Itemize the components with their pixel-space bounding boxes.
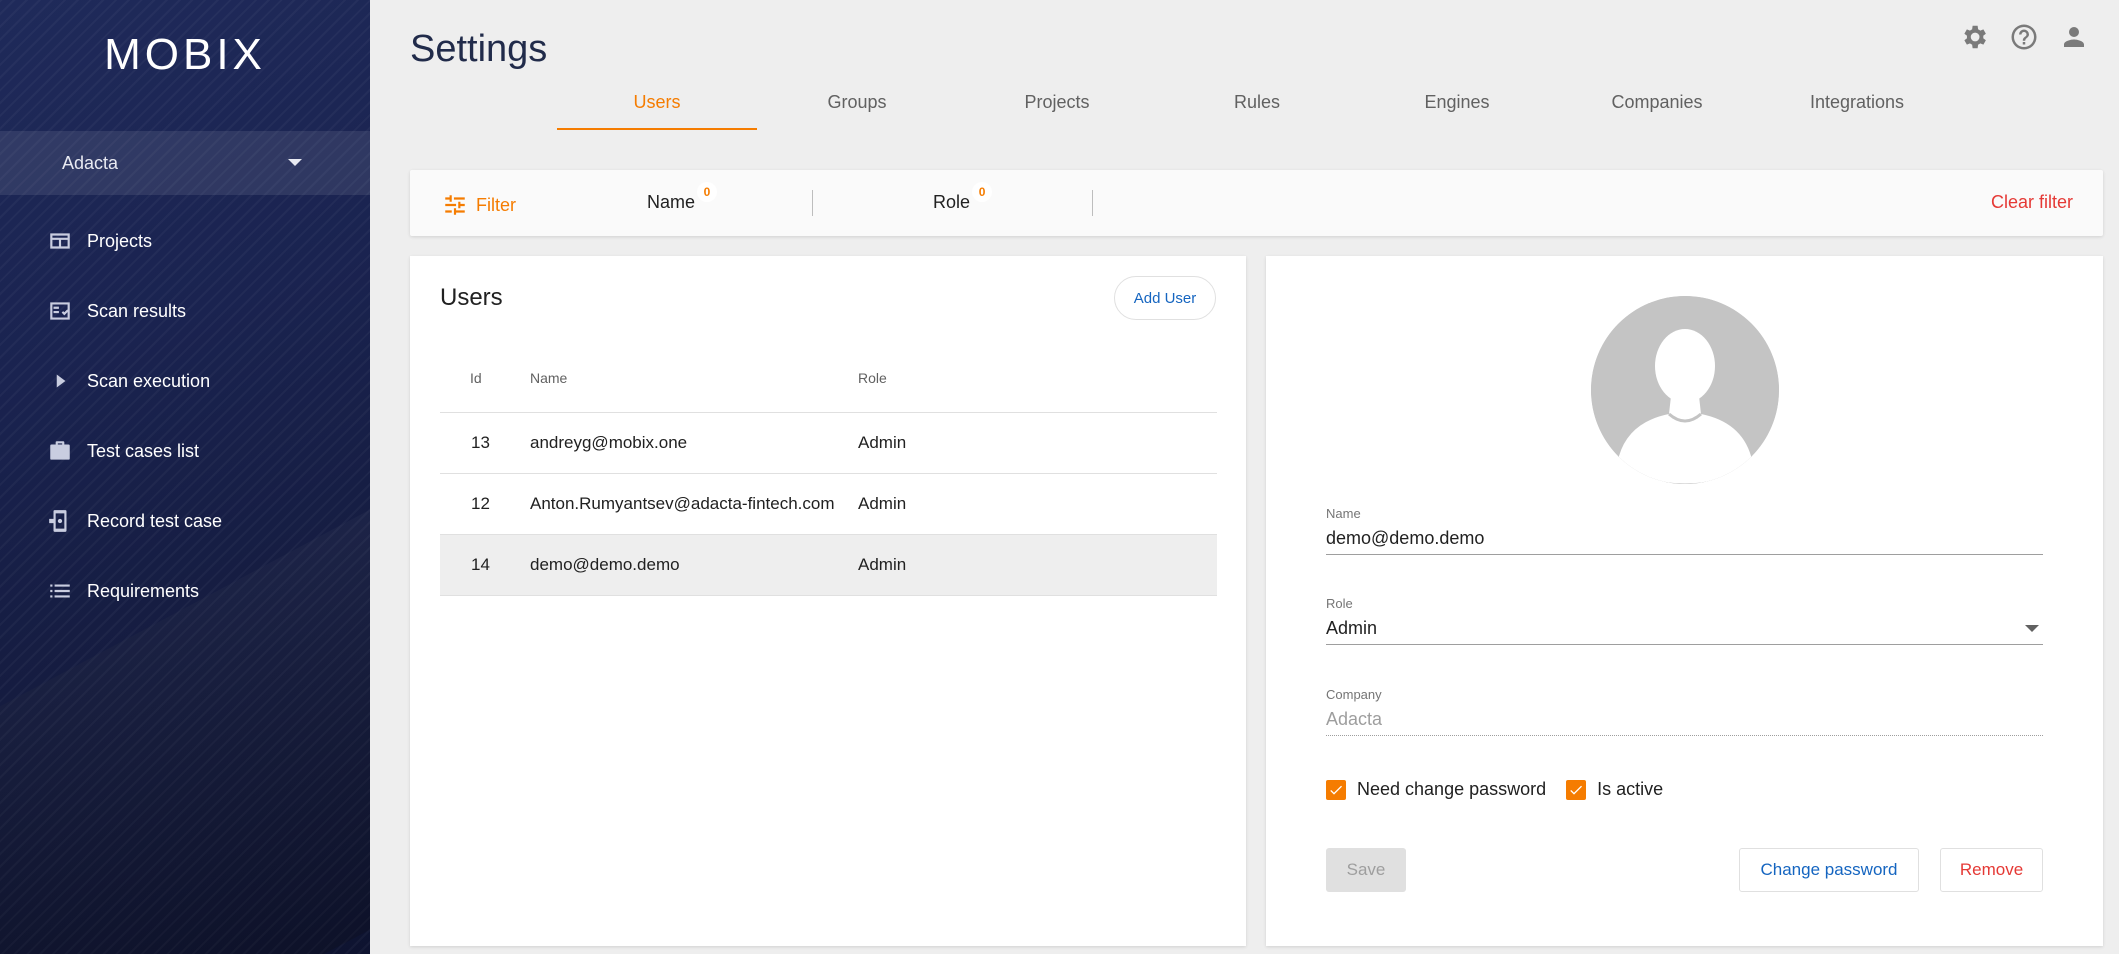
- is-active-checkbox[interactable]: Is active: [1566, 779, 1663, 800]
- name-field[interactable]: Name demo@demo.demo: [1326, 506, 2043, 555]
- tab-rules[interactable]: Rules: [1157, 80, 1357, 130]
- table-header: Id Name Role: [440, 344, 1217, 413]
- save-button[interactable]: Save: [1326, 848, 1406, 892]
- record-device-icon: [47, 508, 73, 534]
- cell-role: Admin: [858, 494, 907, 513]
- name-input[interactable]: demo@demo.demo: [1326, 525, 2043, 555]
- sidebar-item-projects[interactable]: Projects: [0, 206, 370, 276]
- sidebar-item-label: Projects: [87, 230, 153, 251]
- company-field: Company Adacta: [1326, 687, 2043, 736]
- change-password-button[interactable]: Change password: [1739, 848, 1919, 892]
- sidebar-item-scan-execution[interactable]: Scan execution: [0, 346, 370, 416]
- sidebar-item-scan-results[interactable]: Scan results: [0, 276, 370, 346]
- cell-role: Admin: [858, 433, 907, 452]
- filter-divider: [812, 190, 813, 216]
- sidebar: MOBIX Adacta Projects Scan results Scan …: [0, 0, 370, 954]
- filter-count-badge: 0: [972, 182, 993, 202]
- sidebar-item-label: Requirements: [87, 580, 200, 601]
- table-row-selected[interactable]: 14 demo@demo.demo Admin: [440, 535, 1217, 596]
- company-field-label: Company: [1326, 687, 1382, 702]
- cell-role: Admin: [858, 555, 907, 574]
- top-toolbar: [1959, 22, 2089, 52]
- cell-id: 14: [471, 555, 490, 574]
- name-field-label: Name: [1326, 506, 1361, 521]
- table-row[interactable]: 13 andreyg@mobix.one Admin: [440, 413, 1217, 474]
- need-change-password-checkbox[interactable]: Need change password: [1326, 779, 1546, 800]
- checkbox-checked-icon: [1566, 779, 1587, 800]
- sidebar-item-test-cases-list[interactable]: Test cases list: [0, 416, 370, 486]
- cell-id: 12: [471, 494, 490, 513]
- users-title: Users: [440, 284, 503, 311]
- column-header-name[interactable]: Name: [530, 370, 858, 386]
- checkbox-label: Need change password: [1357, 779, 1547, 799]
- sidebar-item-record-test-case[interactable]: Record test case: [0, 486, 370, 556]
- tab-projects[interactable]: Projects: [957, 80, 1157, 130]
- gear-icon[interactable]: [1959, 22, 1989, 52]
- tab-users[interactable]: Users: [557, 80, 757, 130]
- filter-divider: [1092, 190, 1093, 216]
- tab-companies[interactable]: Companies: [1557, 80, 1757, 130]
- role-select-value: Admin: [1326, 618, 1378, 638]
- briefcase-icon: [47, 438, 73, 464]
- user-silhouette-icon: [1591, 296, 1779, 484]
- checkbox-label: Is active: [1597, 779, 1664, 799]
- cell-id: 13: [471, 433, 490, 452]
- sidebar-item-label: Record test case: [87, 510, 223, 531]
- company-selector-value: Adacta: [62, 152, 119, 173]
- filter-column-name[interactable]: Name 0: [647, 182, 718, 213]
- users-table: Id Name Role 13 andreyg@mobix.one Admin …: [440, 344, 1217, 596]
- app-logo: MOBIX: [104, 30, 266, 79]
- filter-column-label: Role: [933, 192, 971, 212]
- cell-name: andreyg@mobix.one: [530, 433, 688, 452]
- tab-engines[interactable]: Engines: [1357, 80, 1557, 130]
- play-icon: [47, 368, 73, 394]
- tab-groups[interactable]: Groups: [757, 80, 957, 130]
- list-icon: [47, 578, 73, 604]
- role-select[interactable]: Admin: [1326, 615, 2043, 645]
- scan-results-icon: [47, 298, 73, 324]
- role-field[interactable]: Role Admin: [1326, 596, 2043, 645]
- user-flags: Need change password Is active: [1326, 779, 1683, 800]
- cell-name: Anton.Rumyantsev@adacta-fintech.com: [530, 494, 835, 513]
- page-title: Settings: [410, 28, 548, 70]
- sidebar-item-label: Scan execution: [87, 370, 211, 391]
- checkbox-checked-icon: [1326, 779, 1346, 800]
- filter-label: Filter: [476, 194, 516, 215]
- company-input: Adacta: [1326, 706, 2043, 736]
- projects-icon: [47, 228, 73, 254]
- cell-name: demo@demo.demo: [530, 555, 680, 574]
- filter-column-label: Name: [647, 192, 696, 212]
- column-header-role[interactable]: Role: [858, 370, 1058, 386]
- filter-column-role[interactable]: Role 0: [933, 182, 993, 213]
- help-icon[interactable]: [2009, 22, 2039, 52]
- settings-tabs: Users Groups Projects Rules Engines Comp…: [557, 80, 1957, 130]
- company-selector[interactable]: Adacta: [0, 131, 370, 195]
- filter-count-badge: 0: [697, 182, 718, 202]
- users-panel: Users Add User Id Name Role 13 andreyg@m…: [410, 256, 1246, 946]
- chevron-down-icon: [288, 159, 302, 166]
- filter-sliders-icon: [445, 195, 465, 215]
- clear-filter-button[interactable]: Clear filter: [1991, 192, 2073, 213]
- account-icon[interactable]: [2059, 22, 2089, 52]
- remove-button[interactable]: Remove: [1940, 848, 2043, 892]
- sidebar-item-label: Scan results: [87, 300, 187, 321]
- sidebar-item-label: Test cases list: [87, 440, 200, 461]
- table-row[interactable]: 12 Anton.Rumyantsev@adacta-fintech.com A…: [440, 474, 1217, 535]
- sidebar-item-requirements[interactable]: Requirements: [0, 556, 370, 626]
- user-detail-panel: Name demo@demo.demo Role Admin Company A…: [1266, 256, 2103, 946]
- role-field-label: Role: [1326, 596, 1353, 611]
- filter-bar: Filter Name 0 Role 0 Clear filter: [410, 170, 2103, 236]
- add-user-button[interactable]: Add User: [1114, 276, 1216, 320]
- chevron-down-icon: [2025, 625, 2039, 632]
- column-header-id[interactable]: Id: [440, 370, 530, 386]
- avatar: [1591, 296, 1779, 484]
- sidebar-nav: Projects Scan results Scan execution Tes…: [0, 206, 370, 626]
- tab-integrations[interactable]: Integrations: [1757, 80, 1957, 130]
- filter-button[interactable]: Filter: [442, 192, 516, 218]
